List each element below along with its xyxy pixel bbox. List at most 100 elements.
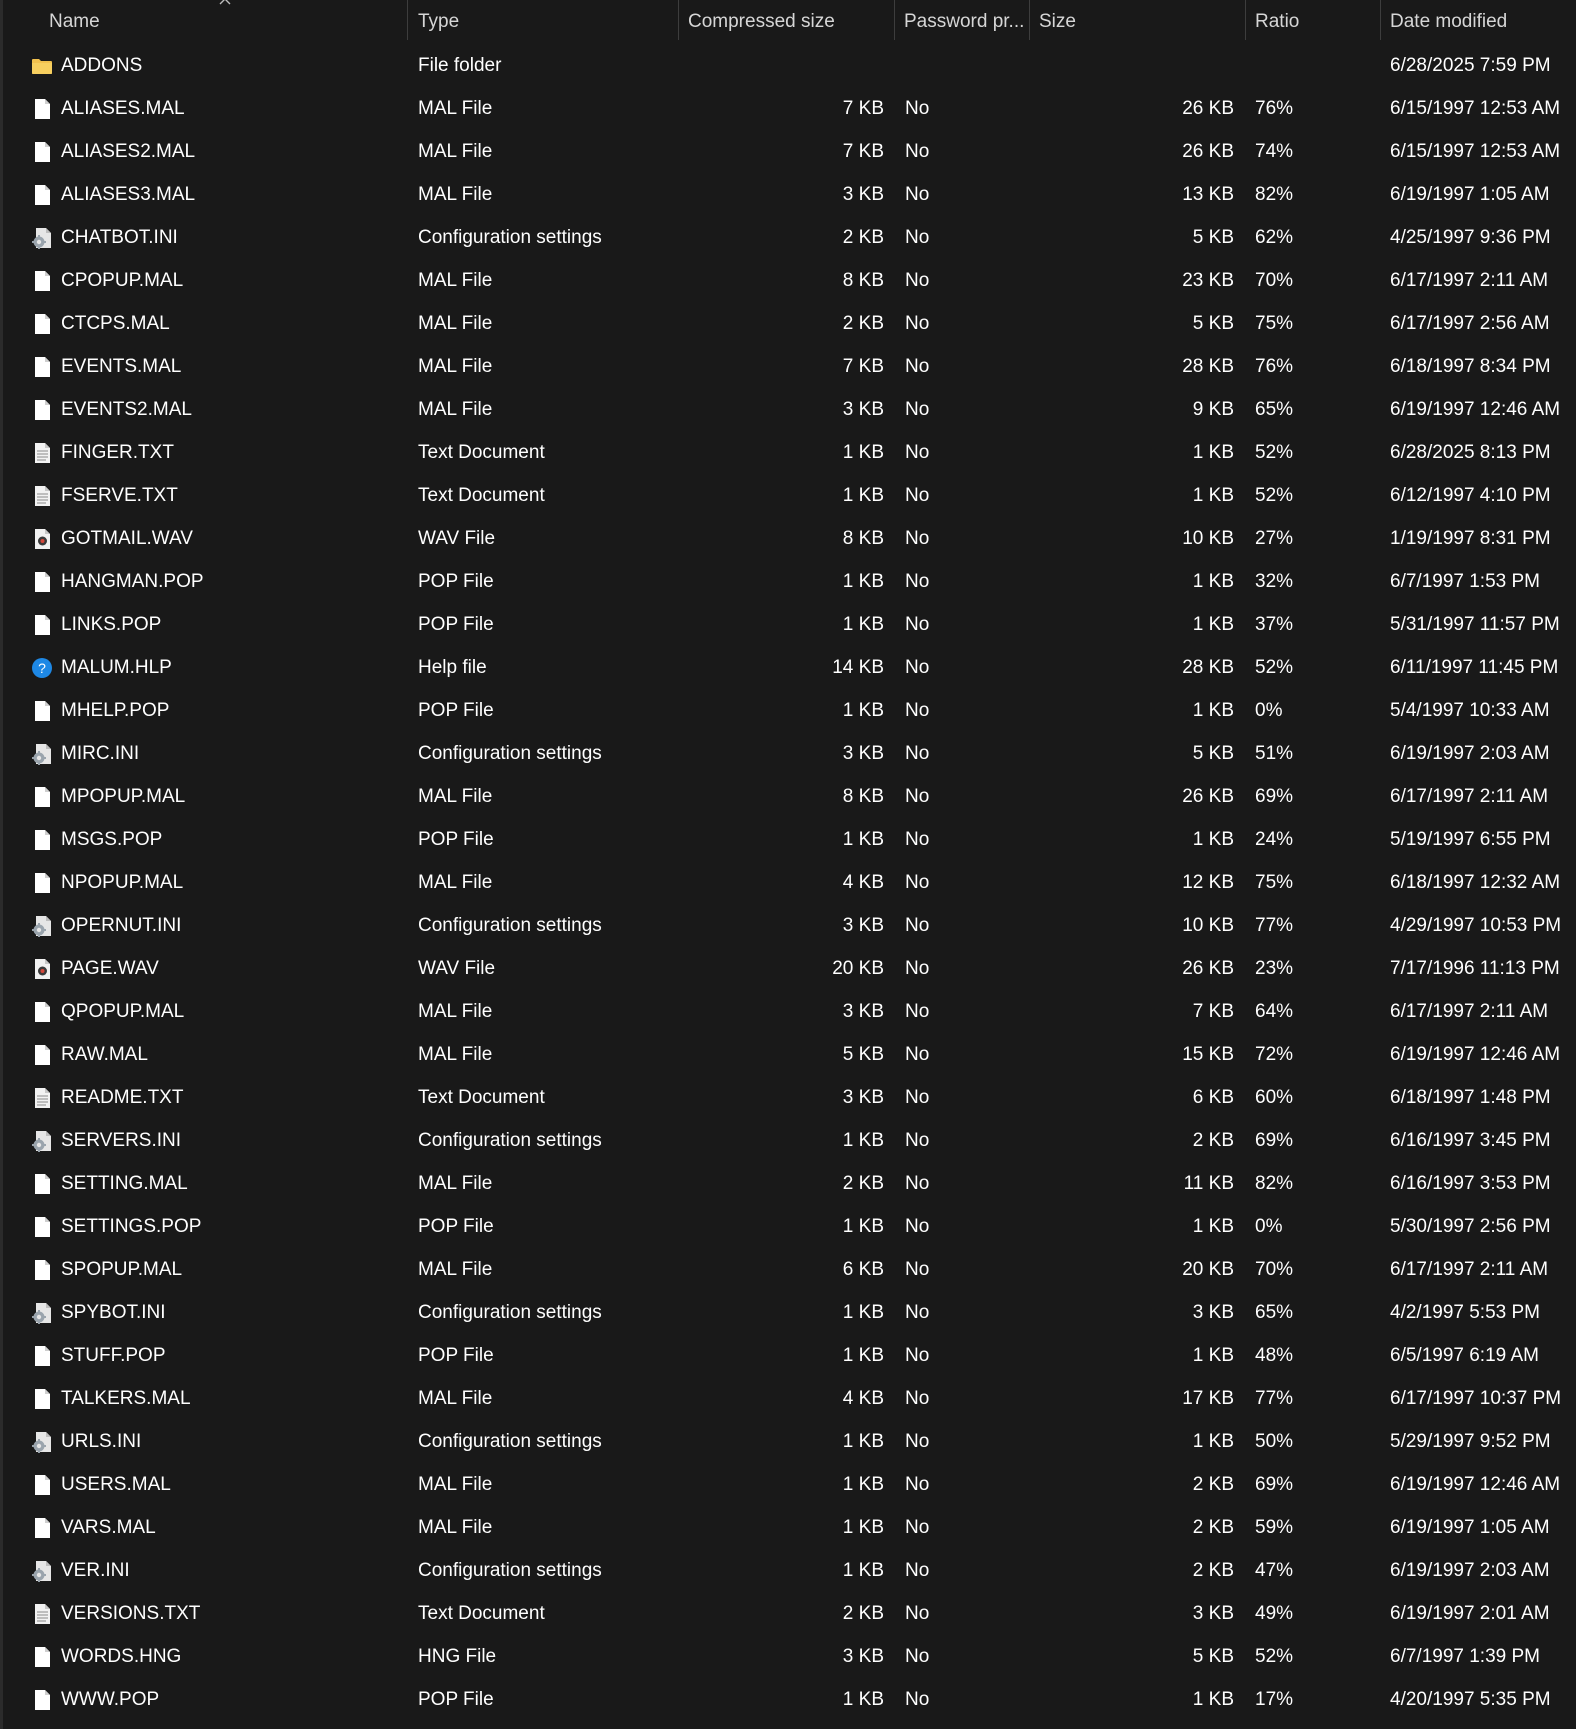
file-icon xyxy=(30,560,54,603)
cell-ratio: 60% xyxy=(1255,1087,1294,1108)
table-row[interactable]: WORDS.HNG HNG File 3 KB No 5 KB 52% 6/7/1997 1… xyxy=(0,1635,1576,1678)
table-row[interactable]: PAGE.WAV WAV File 20 KB No 26 KB 23% 7/17/1996… xyxy=(0,947,1576,990)
cell-type: MAL File xyxy=(418,270,493,291)
cell-type: Text Document xyxy=(418,442,545,463)
cell-ratio: 17% xyxy=(1255,1689,1294,1710)
table-row[interactable]: LINKS.POP POP File 1 KB No 1 KB 37% 5/31/1997 … xyxy=(0,603,1576,646)
table-row[interactable]: MSGS.POP POP File 1 KB No 1 KB 24% 5/19/1997 6… xyxy=(0,818,1576,861)
table-row[interactable]: SETTINGS.POP POP File 1 KB No 1 KB 0% 5/30/199… xyxy=(0,1205,1576,1248)
table-row[interactable]: NPOPUP.MAL MAL File 4 KB No 12 KB 75% 6/18/199… xyxy=(0,861,1576,904)
table-row[interactable]: STUFF.POP POP File 1 KB No 1 KB 48% 6/5/1997 6… xyxy=(0,1334,1576,1377)
table-row[interactable]: VERSIONS.TXT Text Document 2 KB No 3 KB 49% 6/… xyxy=(0,1592,1576,1635)
table-row[interactable]: HANGMAN.POP POP File 1 KB No 1 KB 32% 6/7/1997… xyxy=(0,560,1576,603)
cell-ratio: 75% xyxy=(1255,313,1294,334)
cell-date-modified: 4/2/1997 5:53 PM xyxy=(1390,1302,1540,1323)
table-row[interactable]: WWW.POP POP File 1 KB No 1 KB 17% 4/20/1997 5:… xyxy=(0,1678,1576,1721)
cell-ratio: 77% xyxy=(1255,915,1294,936)
cell-name: SETTING.MAL xyxy=(61,1173,188,1194)
table-row[interactable]: URLS.INI Configuration settings 1 KB No 1 KB… xyxy=(0,1420,1576,1463)
cell-compressed-size: 1 KB xyxy=(842,1474,884,1495)
cell-type: MAL File xyxy=(418,1001,493,1022)
cell-date-modified: 6/19/1997 12:46 AM xyxy=(1390,1044,1561,1065)
table-row[interactable]: MPOPUP.MAL MAL File 8 KB No 26 KB 69% 6/17/199… xyxy=(0,775,1576,818)
cell-type: MAL File xyxy=(418,184,493,205)
table-row[interactable]: SETTING.MAL MAL File 2 KB No 11 KB 82% 6/16/19… xyxy=(0,1162,1576,1205)
file-icon xyxy=(30,689,54,732)
table-row[interactable]: README.TXT Text Document 3 KB No 6 KB 60% 6/18… xyxy=(0,1076,1576,1119)
column-header-date-modified[interactable]: Date modified xyxy=(1381,0,1576,40)
cell-name: MALUM.HLP xyxy=(61,657,172,678)
table-row[interactable]: CHATBOT.INI Configuration settings 2 KB No 5… xyxy=(0,216,1576,259)
cell-name: EVENTS2.MAL xyxy=(61,399,192,420)
cell-compressed-size: 4 KB xyxy=(842,872,884,893)
table-row[interactable]: TALKERS.MAL MAL File 4 KB No 17 KB 77% 6/17/19… xyxy=(0,1377,1576,1420)
cell-size: 12 KB xyxy=(1182,872,1234,893)
table-row[interactable]: EVENTS.MAL MAL File 7 KB No 28 KB 76% 6/18/199… xyxy=(0,345,1576,388)
config-icon xyxy=(30,1119,54,1162)
text-file-icon xyxy=(30,474,54,517)
table-row[interactable]: OPERNUT.INI Configuration settings 3 KB No 1… xyxy=(0,904,1576,947)
cell-type: MAL File xyxy=(418,1474,493,1495)
cell-type: POP File xyxy=(418,829,494,850)
table-row[interactable]: RAW.MAL MAL File 5 KB No 15 KB 72% 6/19/1997 1… xyxy=(0,1033,1576,1076)
column-header-type[interactable]: Type xyxy=(409,0,679,40)
table-row[interactable]: VARS.MAL MAL File 1 KB No 2 KB 59% 6/19/1997 1… xyxy=(0,1506,1576,1549)
cell-compressed-size: 20 KB xyxy=(832,958,884,979)
cell-password-protected: No xyxy=(905,184,930,205)
table-row[interactable]: EVENTS2.MAL MAL File 3 KB No 9 KB 65% 6/19/199… xyxy=(0,388,1576,431)
table-row[interactable]: MHELP.POP POP File 1 KB No 1 KB 0% 5/4/1997 10… xyxy=(0,689,1576,732)
cell-compressed-size: 1 KB xyxy=(842,614,884,635)
table-row[interactable]: QPOPUP.MAL MAL File 3 KB No 7 KB 64% 6/17/1997… xyxy=(0,990,1576,1033)
table-row[interactable]: ALIASES3.MAL MAL File 3 KB No 13 KB 82% 6/19/1… xyxy=(0,173,1576,216)
cell-compressed-size: 1 KB xyxy=(842,829,884,850)
column-header-password-protected[interactable]: Password pr... xyxy=(895,0,1030,40)
cell-name: ALIASES2.MAL xyxy=(61,141,196,162)
svg-text:?: ? xyxy=(38,660,46,676)
table-row[interactable]: ALIASES2.MAL MAL File 7 KB No 26 KB 74% 6/15/1… xyxy=(0,130,1576,173)
cell-size: 1 KB xyxy=(1192,442,1234,463)
cell-type: MAL File xyxy=(418,399,493,420)
cell-date-modified: 6/28/2025 8:13 PM xyxy=(1390,442,1551,463)
table-row[interactable]: GOTMAIL.WAV WAV File 8 KB No 10 KB 27% 1/19/19… xyxy=(0,517,1576,560)
cell-password-protected: No xyxy=(905,1517,930,1538)
table-row[interactable]: SERVERS.INI Configuration settings 1 KB No 2… xyxy=(0,1119,1576,1162)
column-header-compressed-size[interactable]: Compressed size xyxy=(679,0,895,40)
cell-compressed-size: 2 KB xyxy=(842,227,884,248)
cell-ratio: 82% xyxy=(1255,1173,1294,1194)
table-row[interactable]: FINGER.TXT Text Document 1 KB No 1 KB 52% 6/28… xyxy=(0,431,1576,474)
cell-password-protected: No xyxy=(905,141,930,162)
table-row[interactable]: ADDONS File folder 6/28/2025 7:59 PM xyxy=(0,44,1576,87)
table-row[interactable]: MIRC.INI Configuration settings 3 KB No 5 KB… xyxy=(0,732,1576,775)
cell-size: 3 KB xyxy=(1192,1603,1234,1624)
cell-size: 1 KB xyxy=(1192,829,1234,850)
cell-password-protected: No xyxy=(905,1474,930,1495)
column-header-name[interactable]: Name xyxy=(40,0,408,40)
cell-compressed-size: 2 KB xyxy=(842,1173,884,1194)
table-row[interactable]: FSERVE.TXT Text Document 1 KB No 1 KB 52% 6/12… xyxy=(0,474,1576,517)
table-row[interactable]: USERS.MAL MAL File 1 KB No 2 KB 69% 6/19/1997 … xyxy=(0,1463,1576,1506)
table-row[interactable]: ALIASES.MAL MAL File 7 KB No 26 KB 76% 6/15/19… xyxy=(0,87,1576,130)
cell-ratio: 52% xyxy=(1255,485,1294,506)
table-row[interactable]: CTCPS.MAL MAL File 2 KB No 5 KB 75% 6/17/1997 … xyxy=(0,302,1576,345)
help-icon: ? xyxy=(30,646,54,689)
table-row[interactable]: ? MALUM.HLP Help file 14 KB No 28 KB 52% 6/11/1… xyxy=(0,646,1576,689)
column-header-size[interactable]: Size xyxy=(1030,0,1246,40)
table-row[interactable]: VER.INI Configuration settings 1 KB No 2 KB 4… xyxy=(0,1549,1576,1592)
cell-name: FSERVE.TXT xyxy=(61,485,178,506)
cell-name: LINKS.POP xyxy=(61,614,162,635)
file-icon xyxy=(30,1678,54,1721)
table-row[interactable]: CPOPUP.MAL MAL File 8 KB No 23 KB 70% 6/17/199… xyxy=(0,259,1576,302)
cell-size: 20 KB xyxy=(1182,1259,1234,1280)
file-icon xyxy=(30,603,54,646)
cell-compressed-size: 5 KB xyxy=(842,1044,884,1065)
column-header-ratio[interactable]: Ratio xyxy=(1246,0,1381,40)
cell-type: POP File xyxy=(418,1689,494,1710)
cell-ratio: 51% xyxy=(1255,743,1294,764)
audio-file-icon xyxy=(30,947,54,990)
cell-size: 13 KB xyxy=(1182,184,1234,205)
cell-password-protected: No xyxy=(905,1603,930,1624)
table-row[interactable]: SPYBOT.INI Configuration settings 1 KB No 3 … xyxy=(0,1291,1576,1334)
cell-password-protected: No xyxy=(905,442,930,463)
file-icon xyxy=(30,1635,54,1678)
table-row[interactable]: SPOPUP.MAL MAL File 6 KB No 20 KB 70% 6/17/199… xyxy=(0,1248,1576,1291)
